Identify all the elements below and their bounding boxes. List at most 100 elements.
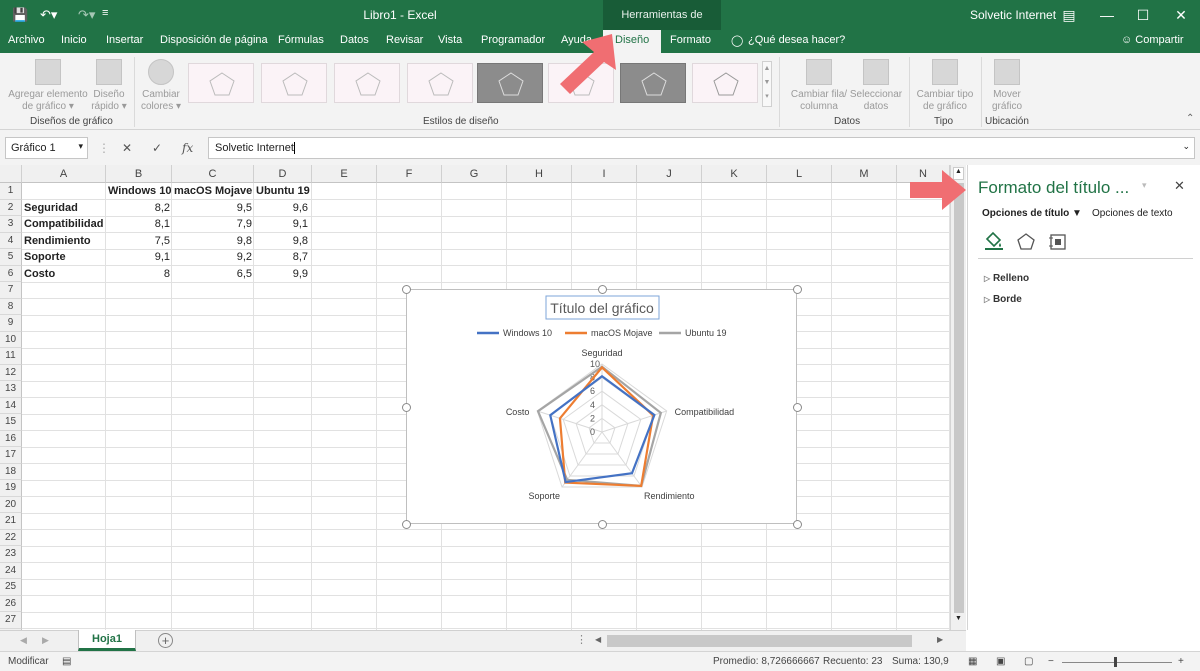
formula-input[interactable]: Solvetic Internet ⌄ — [208, 137, 1195, 159]
column-header[interactable]: G — [442, 165, 507, 183]
row-header[interactable]: 1 — [0, 183, 22, 200]
next-sheet-icon[interactable]: ▶ — [42, 635, 49, 646]
column-header[interactable]: I — [572, 165, 637, 183]
tell-me-search[interactable]: ¿Qué desea hacer? — [748, 34, 845, 46]
cell-value[interactable]: 8,1 — [106, 216, 172, 232]
resize-handle[interactable] — [598, 520, 607, 529]
cell-value[interactable]: 6,5 — [172, 266, 254, 282]
chart-style-8[interactable] — [692, 63, 758, 103]
select-data-button[interactable]: Seleccionar datos — [848, 59, 904, 113]
cell-value[interactable]: 8,2 — [106, 200, 172, 216]
close-icon[interactable]: ✕ — [1167, 4, 1195, 26]
customize-toolbar-icon[interactable]: ≡ — [102, 7, 108, 19]
column-header[interactable]: F — [377, 165, 442, 183]
row-header[interactable]: 4 — [0, 232, 22, 249]
scroll-down-icon[interactable]: ▼ — [953, 615, 964, 628]
row-header[interactable]: 6 — [0, 265, 22, 282]
chart-style-3[interactable] — [334, 63, 400, 103]
save-icon[interactable]: 💾 — [12, 7, 28, 23]
column-header[interactable]: H — [507, 165, 572, 183]
tab-revisar[interactable]: Revisar — [386, 34, 423, 46]
tab-vista[interactable]: Vista — [438, 34, 462, 46]
tab-programador[interactable]: Programador — [481, 34, 545, 46]
scroll-right-icon[interactable]: ▶ — [937, 635, 943, 644]
collapse-ribbon-icon[interactable]: ⌃ — [1186, 113, 1194, 124]
chart-style-7[interactable] — [620, 63, 686, 103]
add-sheet-icon[interactable]: + — [158, 633, 173, 648]
enter-icon[interactable]: ✓ — [152, 141, 162, 155]
undo-icon[interactable]: ↶▾ — [40, 7, 57, 23]
row-header[interactable]: 7 — [0, 282, 22, 299]
effects-icon[interactable] — [1016, 232, 1036, 252]
change-chart-type-button[interactable]: Cambiar tipo de gráfico — [914, 59, 976, 113]
row-label-soporte[interactable]: Soporte — [22, 249, 106, 265]
zoom-slider-thumb[interactable] — [1114, 657, 1117, 667]
column-header[interactable]: D — [254, 165, 312, 183]
section-relleno[interactable]: ▷ Relleno — [984, 273, 1029, 284]
prev-sheet-icon[interactable]: ◀ — [20, 635, 27, 646]
fill-line-icon[interactable] — [984, 231, 1004, 251]
add-chart-element-button[interactable]: Agregar elemento de gráfico ▾ — [6, 59, 90, 113]
tab-archivo[interactable]: Archivo — [8, 34, 45, 46]
cell-value[interactable]: 7,9 — [172, 216, 254, 232]
macro-record-icon[interactable]: ▤ — [62, 656, 71, 667]
chart-style-4[interactable] — [407, 63, 473, 103]
row-header[interactable]: 9 — [0, 315, 22, 332]
size-properties-icon[interactable] — [1048, 232, 1068, 252]
pane-options-icon[interactable]: ▾ — [1142, 180, 1147, 191]
change-colors-button[interactable]: Cambiar colores ▾ — [138, 59, 184, 113]
column-header[interactable]: B — [106, 165, 172, 183]
resize-handle[interactable] — [793, 285, 802, 294]
cell-value[interactable]: 9,5 — [172, 200, 254, 216]
zoom-slider[interactable] — [1062, 662, 1172, 663]
quick-layout-button[interactable]: Diseño rápido ▾ — [88, 59, 130, 113]
header-ubuntu[interactable]: Ubuntu 19 — [254, 183, 312, 199]
resize-handle[interactable] — [402, 403, 411, 412]
row-header[interactable]: 27 — [0, 612, 22, 629]
column-header[interactable]: C — [172, 165, 254, 183]
cell-value[interactable]: 9,1 — [254, 216, 310, 232]
cell-value[interactable]: 8 — [106, 266, 172, 282]
cell-value[interactable]: 9,8 — [172, 233, 254, 249]
vertical-scrollbar[interactable]: ▲ ▼ — [950, 165, 966, 630]
row-label-seguridad[interactable]: Seguridad — [22, 200, 106, 216]
row-header[interactable]: 10 — [0, 331, 22, 348]
pane-close-icon[interactable]: ✕ — [1174, 178, 1185, 194]
cancel-icon[interactable]: ✕ — [122, 141, 132, 155]
page-layout-view-icon[interactable]: ▣ — [996, 656, 1005, 667]
row-header[interactable]: 15 — [0, 414, 22, 431]
page-break-view-icon[interactable]: ▢ — [1024, 656, 1033, 667]
tab-formulas[interactable]: Fórmulas — [278, 34, 324, 46]
user-name[interactable]: Solvetic Internet — [970, 8, 1056, 22]
minimize-icon[interactable]: — — [1093, 4, 1121, 26]
resize-handle[interactable] — [793, 520, 802, 529]
scroll-thumb[interactable] — [954, 183, 964, 613]
section-borde[interactable]: ▷ Borde — [984, 294, 1022, 305]
row-header[interactable]: 26 — [0, 595, 22, 612]
maximize-icon[interactable]: ☐ — [1129, 4, 1157, 26]
tab-text-options[interactable]: Opciones de texto — [1092, 208, 1173, 219]
resize-handle[interactable] — [402, 285, 411, 294]
row-label-rendimiento[interactable]: Rendimiento — [22, 233, 106, 249]
chart-style-2[interactable] — [261, 63, 327, 103]
row-header[interactable]: 18 — [0, 463, 22, 480]
row-header[interactable]: 21 — [0, 513, 22, 530]
ribbon-display-icon[interactable]: ▤ — [1055, 4, 1083, 26]
column-header[interactable]: L — [767, 165, 832, 183]
redo-icon[interactable]: ↷▾ — [78, 7, 95, 23]
row-label-compatibilidad[interactable]: Compatibilidad — [22, 216, 106, 232]
tab-insertar[interactable]: Insertar — [106, 34, 143, 46]
column-header[interactable]: K — [702, 165, 767, 183]
cell-value[interactable]: 7,5 — [106, 233, 172, 249]
chart-title[interactable]: Título del gráfico — [550, 300, 654, 316]
expand-formula-icon[interactable]: ⌄ — [1182, 141, 1190, 152]
cell-value[interactable]: 9,2 — [172, 249, 254, 265]
column-header[interactable]: A — [22, 165, 106, 183]
tab-disposicion[interactable]: Disposición de página — [160, 34, 268, 46]
row-header[interactable]: 23 — [0, 546, 22, 563]
insert-function-icon[interactable]: fx — [182, 141, 193, 155]
status-average[interactable]: Promedio: 8,726666667 — [713, 656, 820, 667]
column-header[interactable]: E — [312, 165, 377, 183]
row-header[interactable]: 2 — [0, 199, 22, 216]
header-windows10[interactable]: Windows 10 — [106, 183, 172, 199]
